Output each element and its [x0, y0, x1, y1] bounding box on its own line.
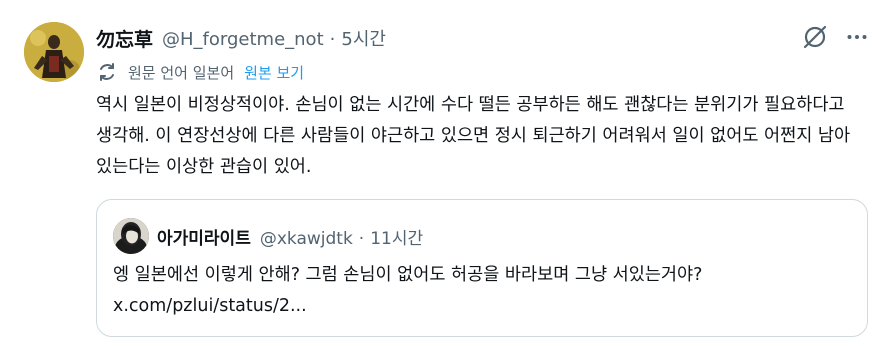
avatar[interactable] — [24, 22, 84, 82]
tweet-header: 勿忘草 @H_forgetme_not · 5시간 — [96, 22, 386, 54]
tweet-text: 역시 일본이 비정상적이야. 손님이 없는 시간에 수다 떨든 공부하든 해도 … — [96, 95, 851, 177]
avatar-image — [24, 22, 84, 82]
tweet-actions-top — [802, 24, 868, 50]
quoted-avatar-image — [113, 218, 149, 254]
quoted-header: 아가미라이트 @xkawjdtk · 11시간 — [157, 222, 423, 250]
quoted-separator-dot: · — [358, 228, 365, 249]
show-original-link[interactable]: 원본 보기 — [244, 62, 304, 83]
quoted-text-block: 엥 일본에선 이렇게 안해? 그럼 손님이 없어도 허공을 바라보며 그냥 서있… — [113, 260, 858, 322]
display-name[interactable]: 勿忘草 — [96, 25, 153, 52]
quoted-link[interactable]: x.com/pzlui/status/2... — [113, 291, 858, 322]
quoted-timestamp: 11시간 — [370, 228, 424, 249]
quoted-avatar — [113, 218, 149, 254]
more-dots-icon[interactable] — [846, 26, 868, 48]
quoted-text: 엥 일본에선 이렇게 안해? 그럼 손님이 없어도 허공을 바라보며 그냥 서있… — [113, 265, 703, 285]
translate-icon — [100, 63, 114, 81]
quoted-display-name: 아가미라이트 — [157, 228, 251, 249]
translation-bar: 원문 언어 일본어 원본 보기 — [96, 60, 304, 84]
quoted-meta: @xkawjdtk · 11시간 — [260, 224, 423, 249]
grok-slash-icon[interactable] — [802, 24, 828, 50]
tweet-meta: @H_forgetme_not · 5시간 — [162, 25, 386, 51]
handle[interactable]: @H_forgetme_not — [162, 29, 324, 50]
timestamp[interactable]: 5시간 — [341, 29, 386, 50]
translation-label: 원문 언어 일본어 — [128, 63, 235, 82]
quoted-handle: @xkawjdtk — [259, 228, 353, 249]
separator-dot: · — [329, 29, 336, 50]
quoted-tweet[interactable]: 아가미라이트 @xkawjdtk · 11시간 엥 일본에선 이렇게 안해? 그럼 … — [96, 199, 868, 337]
